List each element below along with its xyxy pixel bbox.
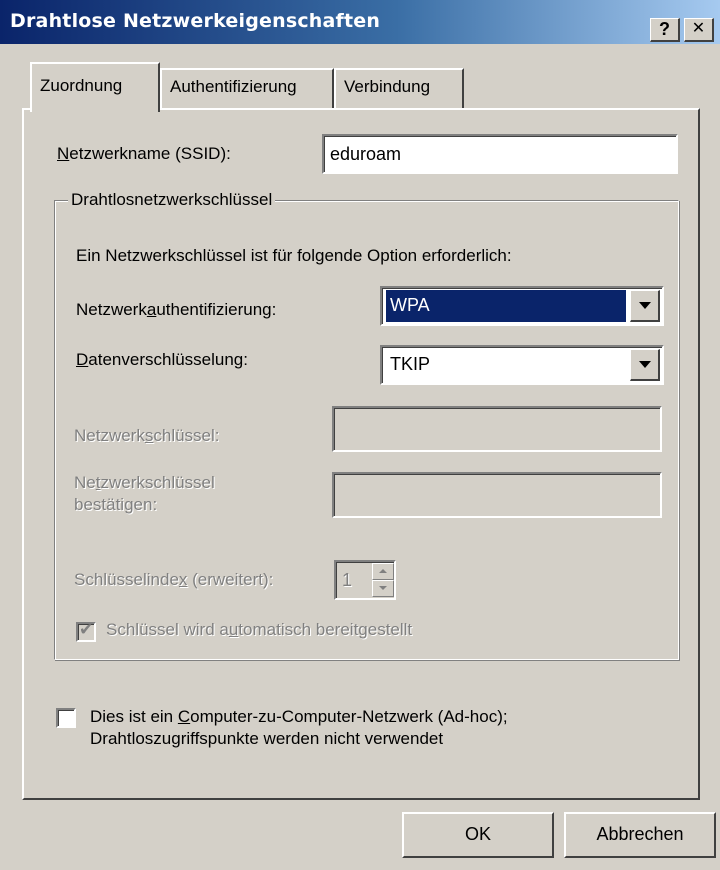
chevron-up-icon [379, 569, 387, 573]
key-index-label: Schlüsselindex (erweitert): [74, 570, 274, 589]
close-button[interactable]: ✕ [684, 18, 714, 42]
spin-down-button[interactable] [372, 580, 394, 597]
key-index-spinner[interactable]: 1 [334, 560, 396, 600]
key-index-value: 1 [342, 570, 353, 590]
auth-label: Netzwerkauthentifizierung: [76, 300, 277, 319]
tab-label: Verbindung [344, 77, 431, 96]
confirm-key-input[interactable] [332, 472, 662, 518]
chevron-down-icon [379, 586, 387, 590]
groupbox-legend: Drahtlosnetzwerkschlüssel [68, 190, 276, 210]
auto-key-checkbox[interactable]: ✔ [76, 620, 96, 642]
adhoc-label: Dies ist ein Computer-zu-Computer-Netzwe… [90, 707, 508, 748]
confirm-key-label: Netzwerkschlüssel bestätigen: [74, 473, 215, 514]
auth-select-value: WPA [386, 290, 626, 322]
title-bar[interactable]: Drahtlose Netzwerkeigenschaften ? ✕ [0, 0, 720, 44]
auth-dropdown-button[interactable] [630, 290, 660, 322]
checkmark-icon: ✔ [79, 620, 94, 639]
cancel-button[interactable]: Abbrechen [564, 812, 716, 858]
encryption-select[interactable]: TKIP [380, 345, 664, 385]
spin-up-button[interactable] [372, 563, 394, 580]
tab-authentifizierung[interactable]: Authentifizierung [160, 68, 334, 108]
chevron-down-icon [639, 302, 651, 309]
chevron-down-icon [639, 361, 651, 368]
auto-key-label: Schlüssel wird automatisch bereitgestell… [106, 620, 413, 639]
encryption-dropdown-button[interactable] [630, 349, 660, 381]
tab-label: Zuordnung [40, 76, 123, 95]
ssid-input[interactable]: eduroam [322, 134, 678, 174]
ssid-label: Netzwerkname (SSID): [57, 144, 231, 163]
ssid-value: eduroam [330, 144, 402, 164]
tab-zuordnung[interactable]: Zuordnung [30, 62, 160, 112]
encryption-label: Datenverschlüsselung: [76, 350, 248, 369]
ok-button[interactable]: OK [402, 812, 554, 858]
encryption-select-value: TKIP [390, 354, 431, 374]
help-button[interactable]: ? [650, 18, 680, 42]
network-key-label: Netzwerkschlüssel: [74, 426, 220, 445]
auth-select[interactable]: WPA [380, 286, 664, 326]
window-title: Drahtlose Netzwerkeigenschaften [10, 10, 381, 32]
network-key-input[interactable] [332, 406, 662, 452]
key-required-text: Ein Netzwerkschlüssel ist für folgende O… [76, 246, 512, 265]
tab-verbindung[interactable]: Verbindung [334, 68, 464, 108]
adhoc-checkbox[interactable] [56, 708, 76, 728]
tab-label: Authentifizierung [170, 77, 297, 96]
